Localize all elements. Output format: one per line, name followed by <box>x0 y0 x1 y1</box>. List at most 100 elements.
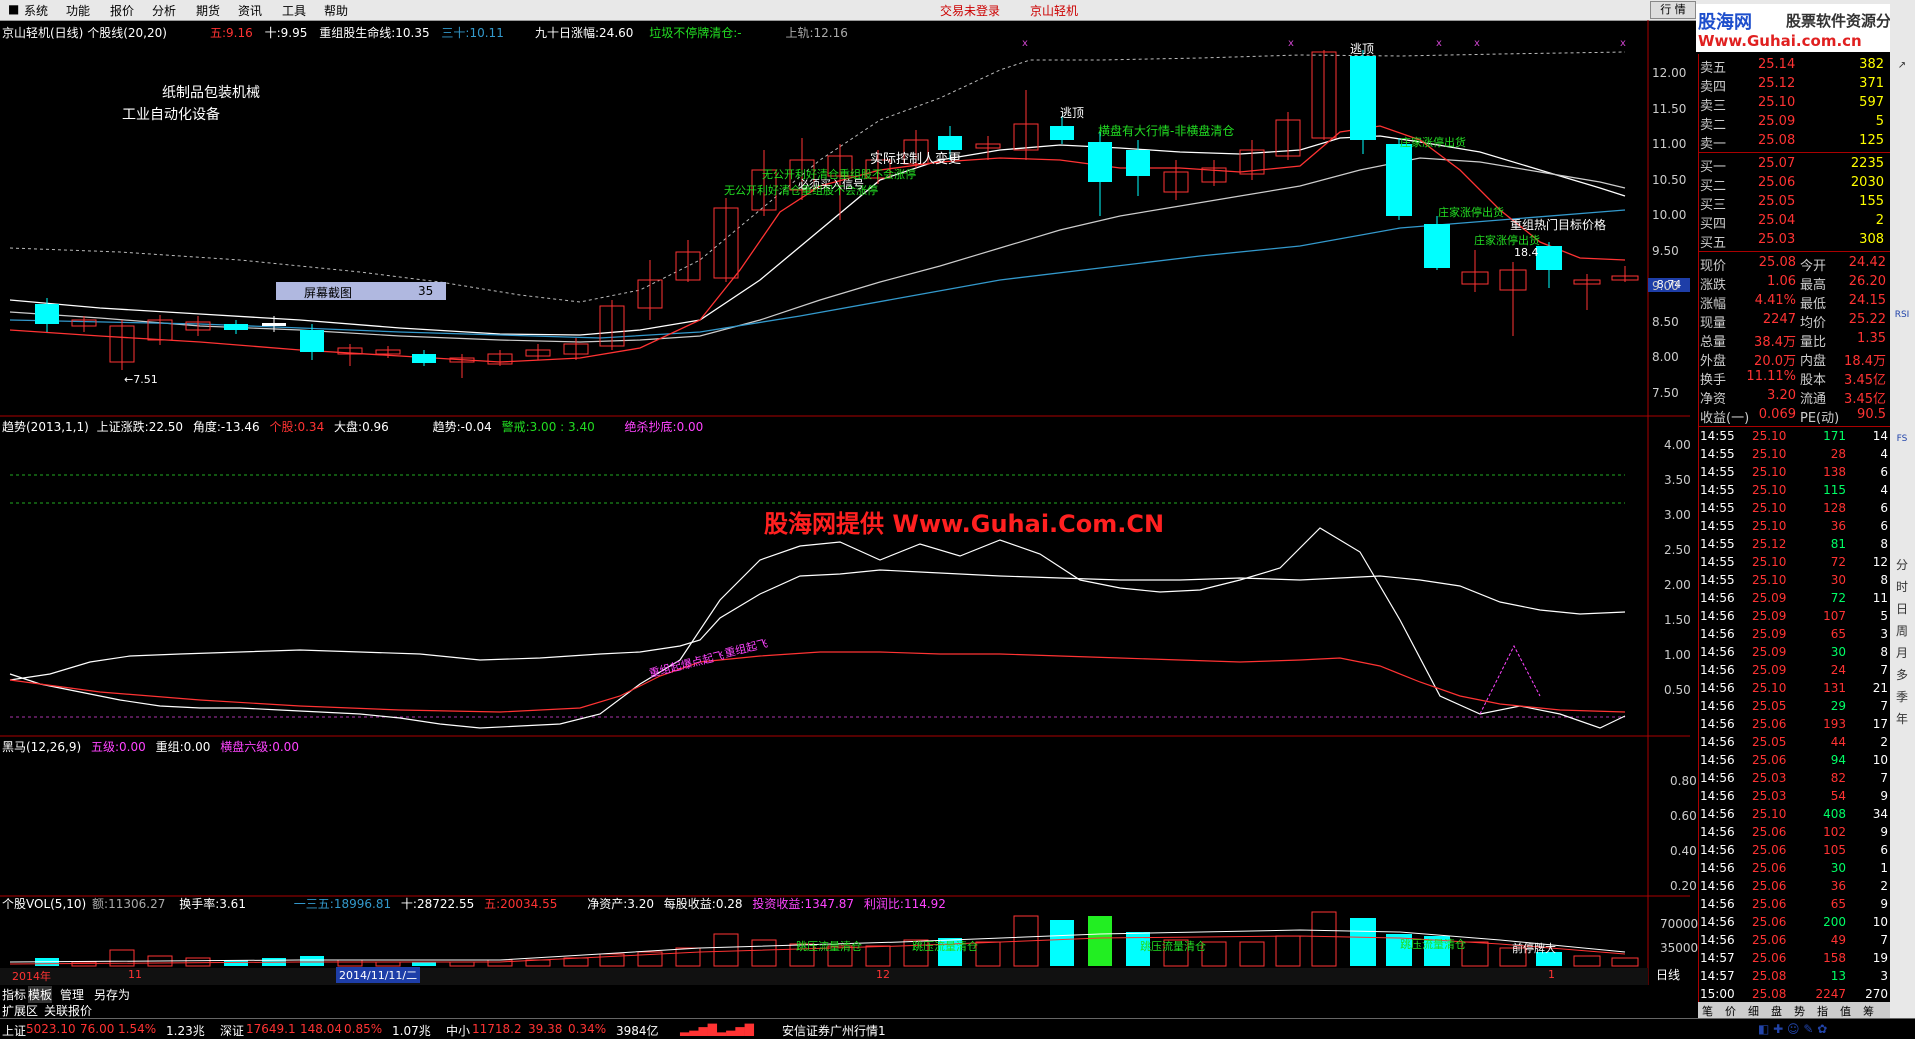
annotation-escape-top-2: 逃顶 <box>1350 42 1375 56</box>
buy-2-row[interactable]: 买二 25.06 2030 <box>1700 174 1888 194</box>
tick-time: 14:55 <box>1700 537 1735 551</box>
low-price-marker: ←7.51 <box>124 373 158 386</box>
stat-label-2: 今开 <box>1800 259 1827 274</box>
stat-value-2: 3.45亿 <box>1844 373 1886 388</box>
volume-panel-header: 个股VOL(5,10) 额:11306.27 换手率:3.61 一三五:1899… <box>2 897 946 911</box>
buy-5-price: 25.03 <box>1758 232 1796 247</box>
tick-price: 25.06 <box>1752 951 1787 965</box>
tick-volume: 65 <box>1830 627 1846 641</box>
tick-time: 14:56 <box>1700 753 1735 767</box>
tick-count: 14 <box>1872 429 1888 443</box>
sell-5-row[interactable]: 卖五 25.14 382 <box>1700 56 1888 76</box>
menu-quote[interactable]: 报价 <box>110 2 134 19</box>
tick-row: 14:56 25.10 408 34 <box>1700 807 1890 825</box>
tick-row: 14:55 25.10 72 12 <box>1700 555 1890 573</box>
tick-price: 25.10 <box>1752 555 1787 569</box>
tick-count: 19 <box>1872 951 1888 965</box>
rsi-button[interactable]: RSI <box>1892 310 1912 328</box>
tick-row: 14:55 25.10 171 14 <box>1700 429 1890 447</box>
chart-area[interactable]: xxxxx <box>0 20 1690 985</box>
tick-time: 14:55 <box>1700 501 1735 515</box>
stat-value-2: 25.22 <box>1848 312 1886 327</box>
menu-help[interactable]: 帮助 <box>324 2 348 19</box>
tick-price: 25.10 <box>1752 483 1787 497</box>
tick-count: 7 <box>1880 933 1888 947</box>
period-month-button[interactable]: 月 <box>1892 644 1912 662</box>
tick-row: 14:56 25.06 49 7 <box>1700 933 1890 951</box>
period-day-button[interactable]: 日 <box>1892 600 1912 618</box>
svg-text:x: x <box>1022 38 1028 49</box>
quote-tab-0[interactable]: 笔 <box>1702 1003 1713 1019</box>
main-chart-header: 京山轻机(日线) 个股线(20,20) <box>2 24 167 41</box>
sell-2-row[interactable]: 卖二 25.09 5 <box>1700 113 1888 133</box>
trade-login-status[interactable]: 交易未登录 <box>940 2 1000 19</box>
tick-time: 14:56 <box>1700 915 1735 929</box>
period-season-button[interactable]: 季 <box>1892 688 1912 706</box>
menu-function[interactable]: 功能 <box>66 2 90 19</box>
tick-price: 25.12 <box>1752 537 1787 551</box>
quote-tab-3[interactable]: 盘 <box>1771 1003 1782 1019</box>
period-selector[interactable]: 日线 <box>1656 966 1680 983</box>
quote-mode-button[interactable]: 行 情 <box>1650 1 1696 19</box>
stat-value: 25.08 <box>1758 255 1796 270</box>
tick-volume: 13 <box>1830 969 1846 983</box>
stat-label-2: PE(动) <box>1800 411 1840 426</box>
sell-4-row[interactable]: 卖四 25.12 371 <box>1700 75 1888 95</box>
tick-volume: 200 <box>1823 915 1846 929</box>
period-week-button[interactable]: 周 <box>1892 622 1912 640</box>
tick-price: 25.10 <box>1752 807 1787 821</box>
period-year-button[interactable]: 年 <box>1892 710 1912 728</box>
quote-tab-6[interactable]: 值 <box>1840 1003 1851 1019</box>
tick-row: 14:56 25.09 72 11 <box>1700 591 1890 609</box>
buy-5-row[interactable]: 买五 25.03 308 <box>1700 231 1888 251</box>
period-minute-button[interactable]: 分 <box>1892 556 1912 574</box>
menu-system[interactable]: 系统 <box>24 2 48 19</box>
broker-label[interactable]: 安信证券广州行情1 <box>782 1022 886 1039</box>
annotation-escape-top-1: 逃顶 <box>1060 106 1085 120</box>
stat-value: 2247 <box>1762 312 1796 327</box>
screenshot-tooltip[interactable]: 屏幕截图 35 <box>276 282 446 300</box>
period-time-button[interactable]: 时 <box>1892 578 1912 596</box>
buy-4-row[interactable]: 买四 25.04 2 <box>1700 212 1888 232</box>
xaxis-month-11: 11 <box>128 968 142 981</box>
trend-y-axis: 4.00 3.50 3.00 2.50 2.00 1.50 1.00 0.50 <box>1664 438 1691 697</box>
quote-tab-5[interactable]: 指 <box>1817 1003 1828 1019</box>
status-icons[interactable]: ◧ ✚ ☺ ✎ ✿ <box>1758 1022 1827 1036</box>
menu-news[interactable]: 资讯 <box>238 2 262 19</box>
tick-time: 14:56 <box>1700 609 1735 623</box>
tick-time: 14:56 <box>1700 699 1735 713</box>
buy-2-price: 25.06 <box>1758 175 1796 190</box>
vol-note-4: 跳压流量清仓 <box>1400 938 1466 951</box>
annotation-sideways: 横盘有大行情-非横盘清仓 <box>1098 124 1235 138</box>
sell-1-row[interactable]: 卖一 25.08 125 <box>1700 132 1888 152</box>
svg-text:x: x <box>1620 38 1626 49</box>
menu-tools[interactable]: 工具 <box>282 2 306 19</box>
buy-2-volume: 2030 <box>1850 175 1884 190</box>
period-multi-button[interactable]: 多 <box>1892 666 1912 684</box>
buy-3-row[interactable]: 买三 25.05 155 <box>1700 193 1888 213</box>
sell-5-label: 卖五 <box>1700 61 1727 76</box>
tab-related-quotes[interactable]: 关联报价 <box>44 1002 92 1019</box>
logo-banner: 股海网 股票软件资源分享 Www.Guhai.com.cn <box>1696 4 1914 52</box>
menu-futures[interactable]: 期货 <box>196 2 220 19</box>
sell-3-row[interactable]: 卖三 25.10 597 <box>1700 94 1888 114</box>
quote-tab-2[interactable]: 细 <box>1748 1003 1759 1019</box>
tick-row: 14:55 25.12 81 8 <box>1700 537 1890 555</box>
menu-app-icon[interactable]: ■ <box>8 2 19 16</box>
quote-tab-1[interactable]: 价 <box>1725 1003 1736 1019</box>
tick-row: 14:56 25.06 36 2 <box>1700 879 1890 897</box>
tab-extension[interactable]: 扩展区 <box>2 1002 38 1019</box>
buy-1-row[interactable]: 买一 25.07 2235 <box>1700 155 1888 175</box>
menu-analysis[interactable]: 分析 <box>152 2 176 19</box>
annotation-buy-signal: 必须买入信号 <box>798 178 864 191</box>
toolbar-arrow-icon[interactable]: ↗ <box>1892 60 1912 78</box>
fs-button[interactable]: FS <box>1892 434 1912 452</box>
tick-row: 14:56 25.03 82 7 <box>1700 771 1890 789</box>
quote-tab-7[interactable]: 筹 <box>1863 1003 1874 1019</box>
tick-price: 25.08 <box>1752 969 1787 983</box>
quote-tab-4[interactable]: 势 <box>1794 1003 1805 1019</box>
logo-slogan: 股票软件资源分享 <box>1786 12 1907 30</box>
stat-row: 现量 2247 均价 25.22 <box>1700 311 1888 331</box>
stat-label: 涨幅 <box>1700 297 1727 312</box>
right-toolbar: ↗ 日 周 月 多 季 年 分 时 RSI FS <box>1890 0 1915 1038</box>
